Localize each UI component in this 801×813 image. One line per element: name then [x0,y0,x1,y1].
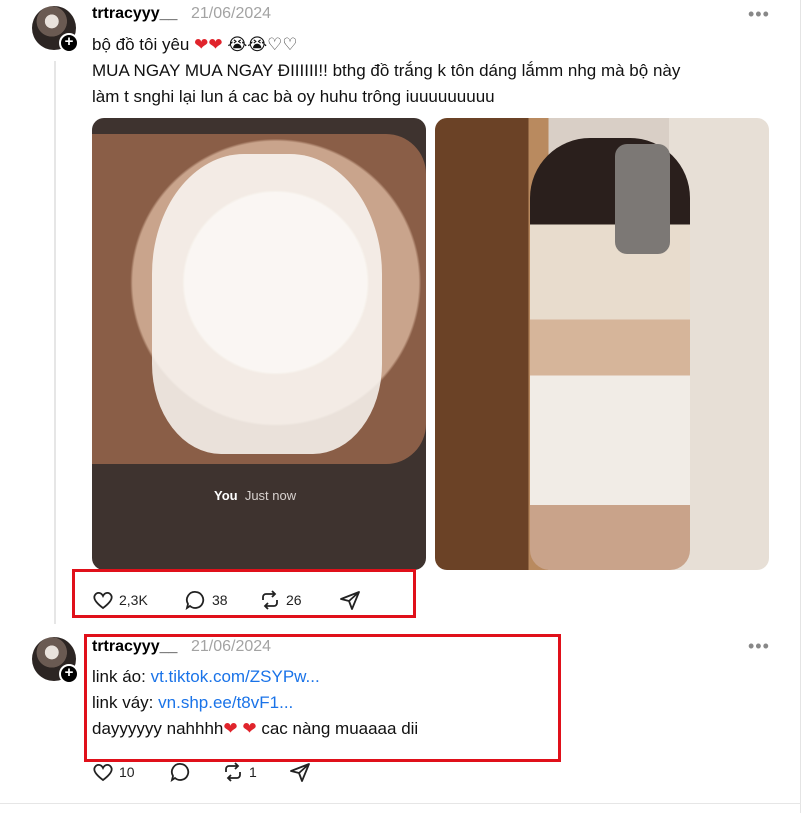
crying-emoji: 😭 [247,35,268,54]
share-icon [340,591,360,610]
share-button[interactable] [339,590,361,610]
story-meta: You Just now [214,488,296,503]
post-text: bộ đồ tôi yêu [92,35,190,54]
post-text-line3: làm t snghi lại lun á cac bà oy huhu trô… [92,87,495,106]
repost-icon [262,590,278,610]
story-time: Just now [244,488,297,503]
heart-emoji: ❤ [208,35,223,54]
comment-button[interactable]: 38 [185,590,228,610]
comment-icon [170,763,190,782]
like-count: 10 [119,764,135,780]
post-text-line2: MUA NGAY MUA NGAY ĐIIIIII!! bthg đồ trắn… [92,61,681,80]
comment-count: 38 [212,592,228,608]
action-bar: 10 1 [92,762,392,784]
post-date[interactable]: 21/06/2024 [191,5,271,23]
repost-button[interactable]: 1 [222,762,257,782]
story-user: You [214,488,238,503]
heart-icon [93,591,113,610]
heart-emoji: ❤ [194,35,209,54]
story-photo [92,134,426,464]
plus-icon[interactable]: + [59,664,79,684]
action-bar: 2,3K 38 26 [92,590,392,612]
share-button[interactable] [289,762,311,782]
like-count: 2,3K [119,592,148,608]
divider [0,803,801,804]
plus-icon[interactable]: + [59,33,79,53]
username[interactable]: trtracyyy__ [92,5,177,23]
outline-heart-emoji: ♡ [267,35,283,54]
share-icon [290,763,310,782]
white-outfit [152,154,382,454]
repost-count: 26 [286,592,302,608]
repost-button[interactable]: 26 [259,590,302,610]
highlight-box-reply [84,634,561,762]
outline-heart-emoji: ♡ [282,35,298,54]
like-button[interactable]: 10 [92,762,135,782]
more-icon[interactable]: ••• [748,636,770,657]
heart-icon [93,763,113,782]
comment-button[interactable] [170,762,192,782]
comment-icon [185,591,205,610]
repost-icon [225,762,241,782]
phone-in-mirror [615,144,670,254]
avatar-post2[interactable]: + [32,637,82,687]
crying-emoji: 😭 [227,35,248,54]
like-button[interactable]: 2,3K [92,590,148,610]
thread-line [54,61,56,624]
more-icon[interactable]: ••• [748,4,770,25]
avatar-post1[interactable]: + [32,6,82,56]
post-text-line1: bộ đồ tôi yêu ❤❤ 😭😭♡♡ [92,32,298,57]
repost-count: 1 [249,764,257,780]
post-image-1[interactable]: You Just now [92,118,426,570]
post-image-2[interactable] [435,118,769,570]
